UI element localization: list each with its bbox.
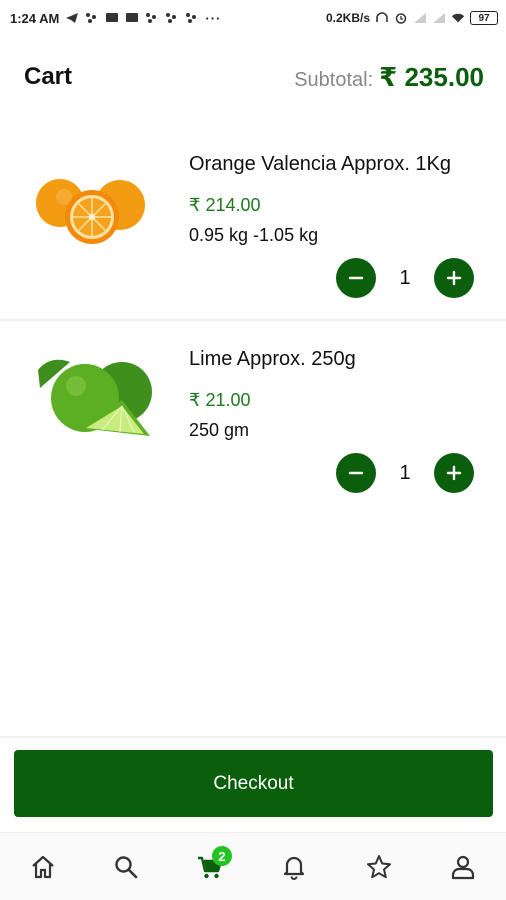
plus-icon <box>446 270 462 286</box>
quantity-value: 1 <box>399 266 411 289</box>
item-price: ₹ 214.00 <box>189 195 261 215</box>
wifi-icon <box>451 13 465 23</box>
message-icon-2 <box>126 13 139 22</box>
profile-icon <box>451 855 475 880</box>
increase-quantity-button[interactable] <box>434 453 474 493</box>
headphones-icon <box>376 12 388 22</box>
minus-icon <box>348 471 364 475</box>
search-icon <box>115 856 138 879</box>
nav-cart[interactable]: 2 <box>182 833 238 900</box>
signal-icon-2 <box>433 13 445 23</box>
decrease-quantity-button[interactable] <box>336 453 376 493</box>
item-price: ₹ 21.00 <box>189 390 251 410</box>
quantity-stepper: 1 <box>336 453 474 493</box>
status-bar: 1:24 AM ··· 0.2KB/s 97 <box>0 0 506 36</box>
status-time: 1:24 AM <box>10 10 60 26</box>
plus-icon <box>446 465 462 481</box>
bell-icon <box>283 856 305 880</box>
nav-favorites[interactable] <box>351 833 407 900</box>
signal-icon <box>414 13 426 23</box>
nav-notifications[interactable] <box>266 833 322 900</box>
notification-dots-icon <box>86 13 97 23</box>
checkout-divider <box>0 736 506 738</box>
checkout-button[interactable]: Checkout <box>14 750 493 817</box>
cart-item-lime: Lime Approx. 250g ₹ 21.00 250 gm 1 <box>0 320 506 516</box>
lime-image <box>38 359 152 436</box>
cart-item-orange: Orange Valencia Approx. 1Kg ₹ 214.00 0.9… <box>0 125 506 321</box>
notification-dots-icon-2 <box>146 13 157 23</box>
nav-profile[interactable] <box>435 833 491 900</box>
nav-home[interactable] <box>15 833 71 900</box>
home-icon <box>32 855 54 879</box>
subtotal-value: ₹ 235.00 <box>379 61 484 92</box>
message-icon <box>106 13 119 22</box>
quantity-value: 1 <box>399 461 411 484</box>
alarm-icon <box>395 13 407 24</box>
orange-image <box>36 179 145 244</box>
item-name: Lime Approx. 250g <box>189 348 356 370</box>
item-weight: 0.95 kg -1.05 kg <box>189 225 319 245</box>
page-title: Cart <box>24 63 73 90</box>
item-name: Orange Valencia Approx. 1Kg <box>189 153 452 175</box>
battery-indicator: 97 <box>470 11 498 25</box>
increase-quantity-button[interactable] <box>434 258 474 298</box>
star-icon <box>367 855 391 879</box>
notification-dots-icon-3 <box>166 13 177 23</box>
subtotal: Subtotal: ₹ 235.00 <box>294 62 484 93</box>
bottom-navigation: 2 <box>0 832 506 900</box>
more-notifications: ··· <box>205 10 222 26</box>
item-weight: 250 gm <box>189 420 250 440</box>
nav-search[interactable] <box>98 833 154 900</box>
cart-header: Cart Subtotal: ₹ 235.00 <box>0 36 506 118</box>
network-speed: 0.2KB/s <box>325 11 370 25</box>
cart-badge: 2 <box>212 846 232 866</box>
telegram-icon <box>66 13 79 23</box>
subtotal-label: Subtotal: <box>294 68 374 91</box>
quantity-stepper: 1 <box>336 258 474 298</box>
decrease-quantity-button[interactable] <box>336 258 376 298</box>
minus-icon <box>348 276 364 280</box>
notification-dots-icon-4 <box>186 13 197 23</box>
